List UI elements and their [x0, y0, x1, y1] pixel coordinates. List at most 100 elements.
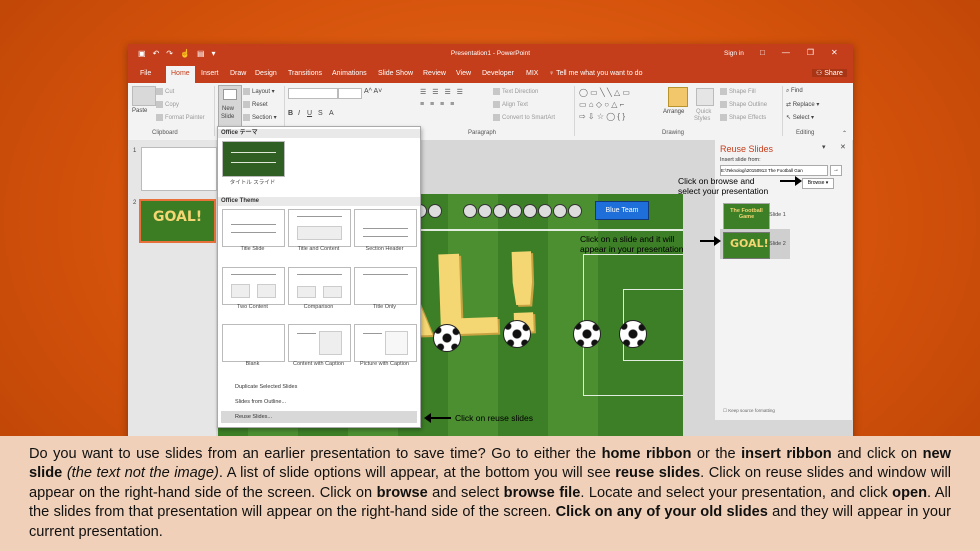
reuse-slide-1-thumb[interactable]: The Football Game	[723, 203, 770, 231]
tab-insert[interactable]: Insert	[201, 70, 219, 77]
slides-from-outline-item[interactable]: Slides from Outline...	[221, 396, 417, 408]
layout-comparison[interactable]	[288, 267, 351, 305]
browse-button[interactable]: Browse ▾	[802, 178, 834, 189]
close-icon[interactable]: ✕	[831, 48, 838, 57]
font-name-box[interactable]	[288, 88, 338, 99]
strike-button[interactable]: S	[318, 110, 323, 117]
section-button[interactable]: Section ▾	[243, 114, 277, 121]
browse-note-line-1: Click on browse and	[678, 176, 755, 186]
slide-thumbnail-1[interactable]	[141, 147, 217, 191]
shape-effects-button[interactable]: Shape Effects	[720, 114, 766, 121]
layout-line	[297, 216, 342, 217]
new-slide-label-1: New	[222, 106, 235, 112]
cut-button[interactable]: Cut	[156, 88, 174, 95]
tab-transitions[interactable]: Transitions	[288, 70, 322, 77]
replace-label: Replace	[792, 102, 815, 108]
find-label: Find	[791, 88, 803, 94]
reuse-pane-title: Reuse Slides	[720, 144, 774, 154]
arrange-button[interactable]: Arrange	[663, 109, 684, 115]
tab-review[interactable]: Review	[423, 70, 446, 77]
tab-design[interactable]: Design	[255, 70, 277, 77]
minimize-icon[interactable]: —	[782, 48, 790, 57]
layout-line	[363, 274, 408, 275]
tab-slide-show[interactable]: Slide Show	[378, 70, 413, 77]
clipboard-group-label: Clipboard	[152, 130, 178, 136]
layout-title-content[interactable]	[288, 209, 351, 247]
tell-me-box[interactable]: ♀ Tell me what you want to do	[549, 70, 642, 77]
close-pane-icon[interactable]: ✕	[840, 143, 846, 151]
paragraph-group-label: Paragraph	[468, 130, 497, 136]
layout-content-caption[interactable]	[288, 324, 351, 362]
align-icons[interactable]: ≡ ≡ ≡ ≡	[420, 101, 456, 108]
layout-line	[231, 152, 276, 153]
slide-source-path-input[interactable]: E:\Teknologi\20150913 The Football Gan	[720, 165, 828, 176]
tab-animations[interactable]: Animations	[332, 70, 367, 77]
layout-two-content[interactable]	[222, 267, 285, 305]
font-size-box[interactable]	[338, 88, 362, 99]
slide-thumbnail-2[interactable]: GOAL!	[139, 199, 216, 243]
reuse-annotation: Click on reuse slides	[455, 413, 533, 423]
font-color-icon[interactable]: A	[329, 110, 334, 117]
share-label: Share	[824, 70, 843, 77]
layout-section-header[interactable]	[354, 209, 417, 247]
layout-label: Title and Content	[297, 246, 340, 252]
layout-button[interactable]: Layout ▾	[243, 88, 275, 95]
align-text-button[interactable]: Align Text	[493, 101, 528, 108]
quick-styles-icon[interactable]	[696, 88, 714, 106]
copy-button[interactable]: Copy	[156, 101, 179, 108]
paste-icon[interactable]	[132, 86, 156, 106]
shapes-gallery[interactable]: ◯ ▭ ╲ ╲ △ ▭ ▭ ⌂ ◇ ○ △ ⌐ ⇨ ⇩ ☆ ◯ { }	[579, 87, 657, 125]
slide-annotation: Click on a slide and it will appear in y…	[580, 234, 684, 254]
paste-button[interactable]: Paste	[132, 108, 147, 114]
text-direction-label: Text Direction	[502, 89, 539, 96]
layout-label: Picture with Caption	[360, 361, 409, 367]
italic-button[interactable]: I	[298, 110, 300, 117]
select-button[interactable]: ↖ Select ▾	[786, 114, 814, 121]
browse-label: Browse	[807, 180, 825, 186]
layout-picture-caption[interactable]	[354, 324, 417, 362]
cut-label: Cut	[165, 89, 175, 96]
browse-arrow	[780, 180, 797, 182]
shape-outline-button[interactable]: Shape Outline	[720, 101, 767, 108]
tab-file[interactable]: File	[140, 70, 151, 77]
restore-icon[interactable]: ❐	[807, 48, 814, 57]
slide-arrow	[700, 240, 716, 242]
ribbon-tabs: File Home Insert Draw Design Transitions…	[128, 64, 853, 83]
sign-in-link[interactable]: Sign in	[724, 50, 744, 57]
shape-fill-button[interactable]: Shape Fill	[720, 88, 756, 95]
arrange-icon[interactable]	[668, 87, 688, 107]
layout-blank[interactable]	[222, 324, 285, 362]
tab-mix[interactable]: MIX	[526, 70, 538, 77]
layout-title-only[interactable]	[354, 267, 417, 305]
blue-team-button[interactable]: Blue Team	[595, 201, 649, 220]
layout-title-slide[interactable]	[222, 209, 285, 247]
layout-line	[231, 274, 276, 275]
format-painter-button[interactable]: Format Painter	[156, 114, 205, 121]
font-grow-icon[interactable]: A^ A˅	[364, 88, 382, 95]
tab-developer[interactable]: Developer	[482, 70, 514, 77]
tab-draw[interactable]: Draw	[230, 70, 246, 77]
text-direction-button[interactable]: Text Direction	[493, 88, 538, 95]
reuse-thumb-2-text: GOAL!	[730, 237, 769, 250]
tab-home[interactable]: Home	[166, 66, 195, 83]
find-button[interactable]: ⌕ Find	[786, 88, 803, 95]
tab-view[interactable]: View	[456, 70, 471, 77]
bold-button[interactable]: B	[288, 110, 293, 117]
share-button[interactable]: ⚇ Share	[812, 69, 847, 77]
go-arrow-icon[interactable]: →	[830, 165, 842, 176]
list-icons[interactable]: ☰ ☰ ☰ ☰	[420, 88, 465, 96]
ribbon-display-icon[interactable]: □	[760, 48, 765, 57]
score-ball	[508, 204, 522, 218]
pane-options-icon[interactable]: ▾	[822, 143, 826, 151]
keep-formatting-checkbox[interactable]: ☐ Keep source formatting	[723, 408, 775, 414]
underline-button[interactable]: U	[307, 110, 312, 117]
collapse-ribbon-icon[interactable]: ⌃	[842, 130, 847, 137]
replace-button[interactable]: ⇄ Replace ▾	[786, 101, 819, 108]
reset-button[interactable]: Reset	[243, 101, 268, 108]
smartart-button[interactable]: Convert to SmartArt	[493, 114, 555, 121]
duplicate-slides-item[interactable]: Duplicate Selected Slides	[221, 381, 417, 393]
reuse-slides-item[interactable]: Reuse Slides...	[221, 411, 417, 423]
layout-jp-title[interactable]	[222, 141, 285, 177]
reuse-slide-2-thumb[interactable]: GOAL!	[723, 232, 770, 259]
slide-thumbnail-pane: 1 2 GOAL!	[128, 140, 217, 464]
